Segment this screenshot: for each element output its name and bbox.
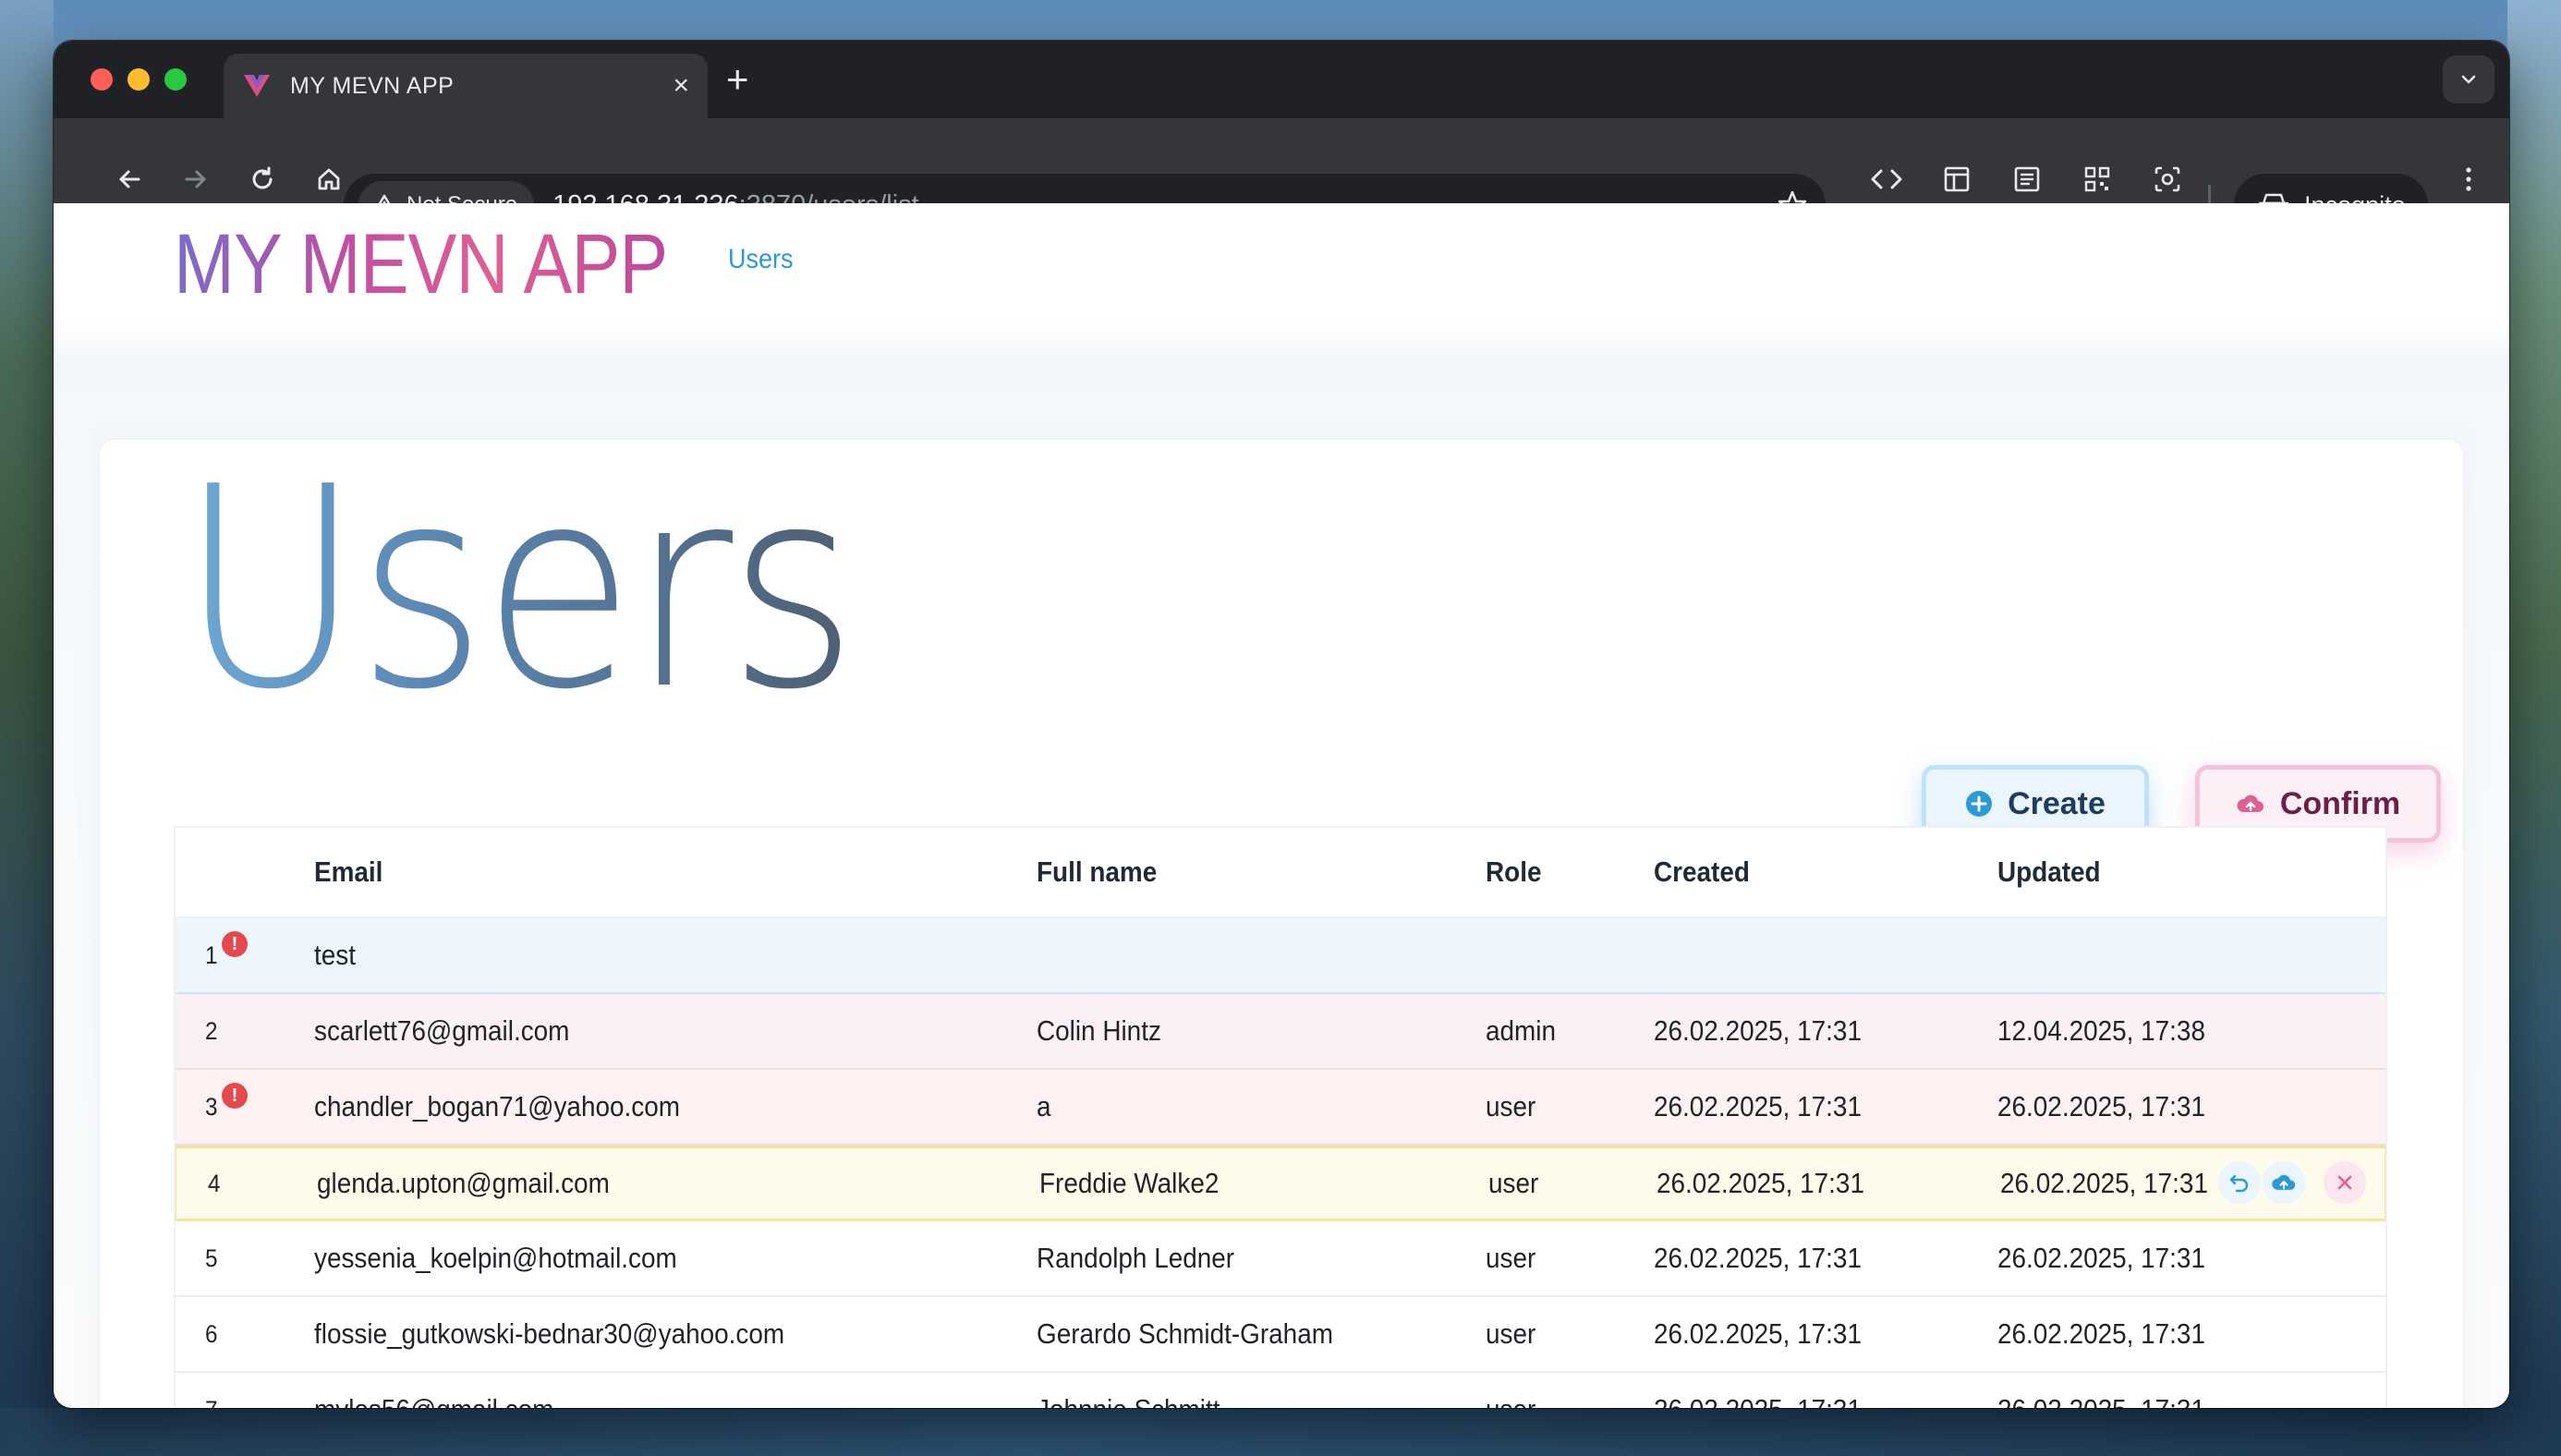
row-updated: 26.02.2025, 17:31	[1997, 1393, 2205, 1408]
row-email: glenda.upton@gmail.com	[317, 1167, 610, 1199]
table-header-row: Email Full name Role Created Updated	[176, 828, 2385, 918]
row-full-name: Johnnie Schmitt	[1037, 1393, 1220, 1408]
chevron-down-icon	[2461, 75, 2476, 84]
row-created: 26.02.2025, 17:31	[1654, 1090, 1862, 1122]
row-email: flossie_gutkowski-bednar30@yahoo.com	[314, 1317, 785, 1350]
site-logo[interactable]: MY MEVN APP	[174, 216, 668, 313]
plus-circle-icon	[1966, 791, 1993, 817]
row-created: 26.02.2025, 17:31	[1657, 1167, 1864, 1199]
reader-icon[interactable]	[2007, 159, 2047, 200]
row-full-name: Colin Hintz	[1037, 1014, 1161, 1047]
home-icon[interactable]	[309, 159, 349, 200]
row-created: 26.02.2025, 17:31	[1654, 1242, 1862, 1274]
table-row[interactable]: 5 yessenia_koelpin@hotmail.com Randolph …	[176, 1221, 2385, 1297]
row-number: 1	[205, 940, 218, 969]
row-role: user	[1488, 1167, 1539, 1199]
lens-icon[interactable]	[2147, 159, 2188, 200]
table-row[interactable]: 1 ! test	[176, 918, 2385, 994]
row-updated: 26.02.2025, 17:31	[1997, 1317, 2205, 1350]
table-row[interactable]: 7 myles56@gmail.com Johnnie Schmitt user…	[176, 1373, 2385, 1408]
row-role: user	[1486, 1090, 1536, 1122]
table-row[interactable]: 2 scarlett76@gmail.com Colin Hintz admin…	[176, 994, 2385, 1070]
column-header-full-name[interactable]: Full name	[1037, 855, 1157, 889]
site-header: MY MEVN APP Users	[54, 203, 2509, 323]
kebab-icon[interactable]	[2448, 159, 2489, 200]
column-header-role[interactable]: Role	[1486, 855, 1541, 889]
row-updated: 12.04.2025, 17:38	[1997, 1014, 2205, 1047]
row-role: user	[1486, 1317, 1536, 1350]
column-header-created[interactable]: Created	[1654, 855, 1750, 889]
row-number: 7	[205, 1396, 218, 1409]
error-icon: !	[222, 1083, 248, 1109]
desktop-wallpaper-right	[2507, 0, 2561, 1456]
forward-icon[interactable]	[176, 159, 216, 200]
row-created: 26.02.2025, 17:31	[1654, 1014, 1862, 1047]
row-email: myles56@gmail.com	[314, 1393, 553, 1408]
row-actions	[2218, 1161, 2368, 1204]
row-number: 4	[208, 1169, 221, 1197]
error-icon: !	[222, 931, 248, 957]
back-icon[interactable]	[109, 159, 150, 200]
vue-favicon-icon	[244, 75, 270, 97]
row-number: 2	[205, 1016, 218, 1045]
row-email: test	[314, 939, 356, 971]
undo-icon[interactable]	[2218, 1161, 2261, 1204]
nav-link-users[interactable]: Users	[728, 244, 794, 275]
zoom-window-button[interactable]	[164, 68, 187, 91]
row-full-name: Gerardo Schmidt-Graham	[1037, 1317, 1333, 1350]
table-row[interactable]: 6 flossie_gutkowski-bednar30@yahoo.com G…	[176, 1297, 2385, 1373]
row-number: 6	[205, 1319, 218, 1348]
row-number: 5	[205, 1244, 218, 1272]
row-role: user	[1486, 1242, 1536, 1274]
column-header-updated[interactable]: Updated	[1997, 855, 2101, 889]
tab-strip: MY MEVN APP × +	[54, 41, 2509, 118]
tab-title: MY MEVN APP	[290, 72, 455, 99]
column-header-email[interactable]: Email	[314, 855, 382, 889]
desktop-wallpaper-bottom	[0, 1408, 2561, 1456]
desktop-wallpaper-left	[0, 0, 54, 1456]
row-created: 26.02.2025, 17:31	[1654, 1393, 1862, 1408]
row-role: admin	[1486, 1014, 1556, 1047]
minimize-window-button[interactable]	[127, 68, 150, 91]
row-updated: 26.02.2025, 17:31	[1997, 1242, 2205, 1274]
browser-window: MY MEVN APP × + Not Secure 192.168.31.23…	[54, 41, 2509, 1408]
row-updated: 26.02.2025, 17:31	[2000, 1167, 2208, 1199]
page-viewport: MY MEVN APP Users Users Create Confirm E…	[54, 203, 2509, 1408]
row-updated: 26.02.2025, 17:31	[1997, 1090, 2205, 1122]
table-row[interactable]: 3 ! chandler_bogan71@yahoo.com a user 26…	[176, 1070, 2385, 1146]
row-created: 26.02.2025, 17:31	[1654, 1317, 1862, 1350]
close-icon[interactable]: ×	[673, 72, 689, 100]
row-role: user	[1486, 1393, 1535, 1408]
layout-icon[interactable]	[1936, 159, 1977, 200]
browser-tab[interactable]: MY MEVN APP ×	[224, 54, 708, 118]
plus-icon[interactable]: +	[726, 59, 749, 100]
row-email: chandler_bogan71@yahoo.com	[314, 1090, 680, 1122]
row-full-name: a	[1037, 1090, 1051, 1122]
x-icon[interactable]	[2324, 1161, 2366, 1204]
row-email: yessenia_koelpin@hotmail.com	[314, 1242, 677, 1274]
create-button-label: Create	[2008, 785, 2106, 821]
confirm-button-label: Confirm	[2279, 785, 2401, 821]
page-title: Users	[179, 428, 857, 750]
close-window-button[interactable]	[91, 68, 113, 91]
row-full-name: Freddie Walke2	[1039, 1167, 1220, 1199]
tab-search-button[interactable]	[2443, 55, 2494, 103]
table-row-selected[interactable]: 4 glenda.upton@gmail.com Freddie Walke2 …	[176, 1146, 2385, 1221]
row-email: scarlett76@gmail.com	[314, 1014, 570, 1047]
code-icon[interactable]	[1866, 159, 1907, 200]
users-table: Email Full name Role Created Updated 1 !…	[174, 826, 2387, 1408]
row-number: 3	[205, 1092, 218, 1121]
cloud-upload-icon[interactable]	[2263, 1161, 2305, 1204]
reload-icon[interactable]	[242, 159, 283, 200]
row-full-name: Randolph Ledner	[1037, 1242, 1235, 1274]
qr-icon[interactable]	[2077, 159, 2118, 200]
cloud-upload-icon	[2237, 795, 2264, 812]
